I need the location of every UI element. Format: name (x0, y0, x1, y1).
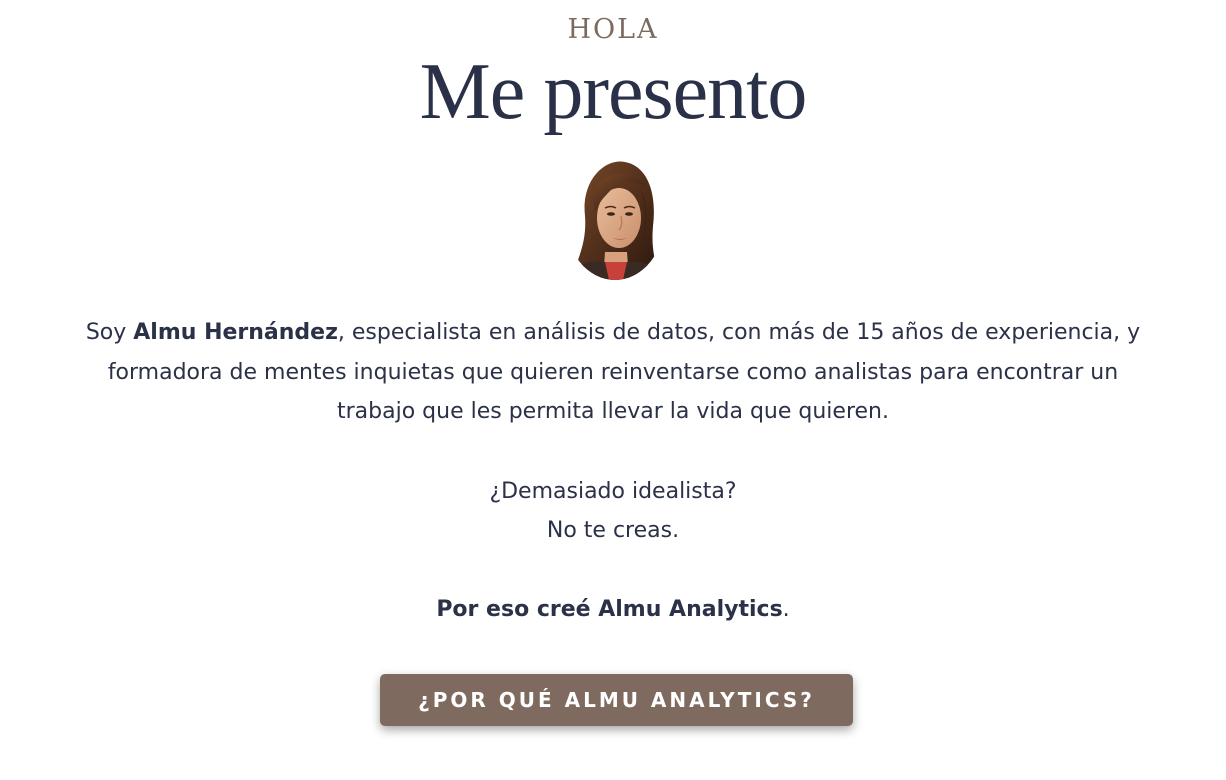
question-line: ¿Demasiado idealista? (489, 479, 737, 504)
section-eyebrow: HOLA (567, 14, 659, 45)
bio-paragraph: Soy Almu Hernández, especialista en anál… (80, 313, 1146, 432)
author-name: Almu Hernández (133, 320, 338, 345)
bio-prefix: Soy (85, 320, 134, 345)
closing-statement: Por eso creé Almu Analytics. (0, 590, 1226, 630)
cta-label: ¿POR QUÉ ALMU ANALYTICS? (418, 688, 815, 712)
closing-period: . (782, 597, 790, 622)
closing-text: Por eso creé Almu Analytics (436, 597, 783, 622)
avatar (565, 156, 665, 280)
page-title: Me presento (419, 48, 808, 136)
answer-line: No te creas. (546, 518, 680, 543)
why-almu-analytics-button[interactable]: ¿POR QUÉ ALMU ANALYTICS? (380, 674, 853, 726)
portrait-photo-icon (565, 156, 665, 280)
